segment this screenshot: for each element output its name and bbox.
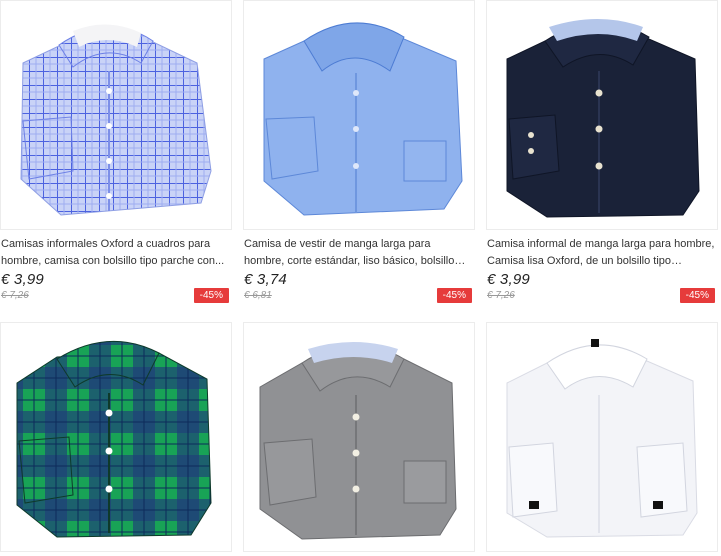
product-image[interactable] — [486, 0, 718, 230]
shirt-image — [506, 339, 698, 538]
discount-badge: -45% — [436, 288, 472, 303]
shirt-image — [258, 335, 462, 541]
product-old-price: € 7,26 — [1, 290, 29, 301]
product-title[interactable]: Camisa informal de manga larga para homb… — [487, 236, 715, 270]
discount-badge: -45% — [193, 288, 229, 303]
shirt-image — [20, 24, 212, 216]
shirt-image — [16, 340, 212, 538]
product-image[interactable] — [0, 0, 232, 230]
product-price: € 3,99 — [487, 271, 530, 288]
product-image[interactable] — [243, 322, 475, 552]
product-image[interactable] — [0, 322, 232, 552]
product-image[interactable] — [486, 322, 718, 552]
product-title[interactable]: Camisas informales Oxford a cuadros para… — [1, 236, 229, 270]
product-old-price: € 7,26 — [487, 290, 515, 301]
product-price: € 3,74 — [244, 271, 287, 288]
shirt-image — [501, 13, 703, 219]
product-old-price: € 6,81 — [244, 290, 272, 301]
product-title[interactable]: Camisa de vestir de manga larga para hom… — [244, 236, 472, 270]
shirt-image — [263, 22, 463, 216]
product-image[interactable] — [243, 0, 475, 230]
product-price: € 3,99 — [1, 271, 44, 288]
discount-badge: -45% — [679, 288, 715, 303]
